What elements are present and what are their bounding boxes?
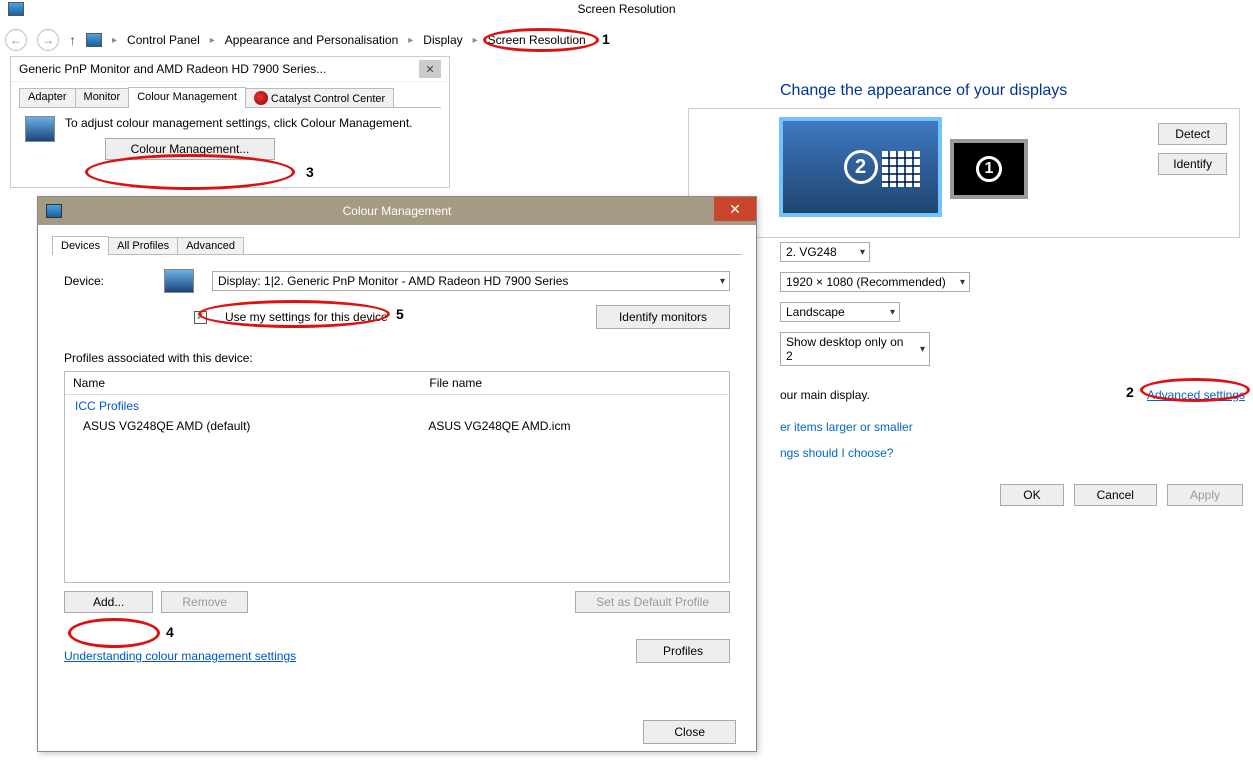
- properties-body-text: To adjust colour management settings, cl…: [65, 116, 435, 130]
- monitor-2-preview[interactable]: 2: [779, 117, 942, 217]
- monitor-icon: [164, 269, 194, 293]
- close-icon[interactable]: ✕: [419, 60, 441, 78]
- control-panel-icon[interactable]: [86, 33, 102, 47]
- use-my-settings-label: Use my settings for this device: [225, 310, 388, 324]
- back-button[interactable]: ←: [5, 29, 27, 51]
- device-label: Device:: [64, 274, 146, 288]
- identify-button[interactable]: Identify: [1158, 153, 1227, 175]
- colour-management-title: Colour Management: [38, 204, 756, 218]
- annotation-label-1: 1: [602, 31, 610, 47]
- up-button[interactable]: ↑: [69, 32, 76, 48]
- profiles-label: Profiles associated with this device:: [64, 351, 730, 365]
- annotation-label-5: 5: [396, 306, 404, 322]
- tab-advanced[interactable]: Advanced: [177, 237, 244, 254]
- column-header-name[interactable]: Name: [73, 376, 429, 390]
- monitor-grid-icon: [882, 151, 920, 187]
- colour-management-dialog: Colour Management ✕ Devices All Profiles…: [37, 196, 757, 752]
- forward-button[interactable]: →: [37, 29, 59, 51]
- settings-choose-link[interactable]: ngs should I choose?: [780, 446, 893, 460]
- understanding-colour-link[interactable]: Understanding colour management settings: [64, 649, 296, 663]
- ok-button[interactable]: OK: [1000, 484, 1063, 506]
- use-my-settings-checkbox[interactable]: ✓: [194, 311, 207, 324]
- identify-monitors-button[interactable]: Identify monitors: [596, 305, 730, 329]
- colour-management-icon: [46, 204, 62, 218]
- crumb-screen-resolution[interactable]: Screen Resolution: [488, 33, 586, 47]
- breadcrumb-bar: ← → ↑ ▸ Control Panel ▸ Appearance and P…: [5, 25, 1248, 55]
- main-display-text: our main display.: [780, 388, 870, 402]
- profiles-group-icc: ICC Profiles: [65, 395, 729, 417]
- multiple-displays-select[interactable]: Show desktop only on 2: [780, 332, 930, 366]
- display-preview-panel: 2 1 Detect Identify: [688, 108, 1240, 238]
- profiles-button[interactable]: Profiles: [636, 639, 730, 663]
- crumb-appearance[interactable]: Appearance and Personalisation: [225, 33, 398, 47]
- monitor-number-1: 1: [976, 156, 1002, 182]
- tab-colour-management[interactable]: Colour Management: [128, 87, 246, 108]
- tab-catalyst[interactable]: Catalyst Control Center: [245, 88, 394, 107]
- crumb-display[interactable]: Display: [423, 33, 462, 47]
- orientation-select[interactable]: Landscape: [780, 302, 900, 322]
- make-items-larger-link[interactable]: er items larger or smaller: [780, 420, 913, 434]
- colour-management-button[interactable]: Colour Management...: [105, 138, 275, 160]
- chevron-right-icon: ▸: [210, 35, 215, 46]
- column-header-filename[interactable]: File name: [429, 376, 721, 390]
- window-icon: [8, 2, 24, 16]
- close-button[interactable]: Close: [643, 720, 736, 744]
- detect-button[interactable]: Detect: [1158, 123, 1227, 145]
- resolution-select[interactable]: 1920 × 1080 (Recommended): [780, 272, 970, 292]
- chevron-right-icon: ▸: [112, 35, 117, 46]
- crumb-control-panel[interactable]: Control Panel: [127, 33, 200, 47]
- annotation-label-2: 2: [1126, 384, 1134, 400]
- profile-name: ASUS VG248QE AMD (default): [83, 419, 428, 433]
- cancel-button[interactable]: Cancel: [1074, 484, 1157, 506]
- colour-management-titlebar[interactable]: Colour Management ✕: [38, 197, 756, 225]
- tab-all-profiles[interactable]: All Profiles: [108, 237, 178, 254]
- profiles-list[interactable]: Name File name ICC Profiles ASUS VG248QE…: [64, 371, 730, 583]
- apply-button[interactable]: Apply: [1167, 484, 1243, 506]
- tab-monitor[interactable]: Monitor: [75, 88, 130, 107]
- properties-tabs: Adapter Monitor Colour Management Cataly…: [19, 86, 441, 108]
- chevron-right-icon: ▸: [473, 35, 478, 46]
- set-default-profile-button[interactable]: Set as Default Profile: [575, 591, 730, 613]
- properties-title: Generic PnP Monitor and AMD Radeon HD 79…: [19, 62, 326, 76]
- tab-devices[interactable]: Devices: [52, 236, 109, 255]
- window-title: Screen Resolution: [577, 0, 675, 16]
- add-button[interactable]: Add...: [64, 591, 153, 613]
- catalyst-icon: [254, 91, 268, 105]
- display-select[interactable]: 2. VG248: [780, 242, 870, 262]
- page-heading: Change the appearance of your displays: [780, 82, 1067, 100]
- remove-button[interactable]: Remove: [161, 591, 248, 613]
- colour-management-tabs: Devices All Profiles Advanced: [52, 235, 742, 255]
- advanced-settings-link[interactable]: Advanced settings: [1147, 388, 1245, 402]
- annotation-label-4: 4: [166, 624, 174, 640]
- close-icon[interactable]: ✕: [714, 197, 756, 221]
- chevron-right-icon: ▸: [408, 35, 413, 46]
- profile-row[interactable]: ASUS VG248QE AMD (default) ASUS VG248QE …: [65, 417, 729, 435]
- monitor-properties-dialog: Generic PnP Monitor and AMD Radeon HD 79…: [10, 56, 450, 188]
- monitor-1-preview[interactable]: 1: [950, 139, 1028, 199]
- annotation-label-3: 3: [306, 164, 314, 180]
- device-select[interactable]: Display: 1|2. Generic PnP Monitor - AMD …: [212, 271, 730, 291]
- monitor-number-2: 2: [844, 150, 878, 184]
- tab-adapter[interactable]: Adapter: [19, 88, 76, 107]
- profile-filename: ASUS VG248QE AMD.icm: [428, 419, 711, 433]
- monitor-icon: [25, 116, 55, 142]
